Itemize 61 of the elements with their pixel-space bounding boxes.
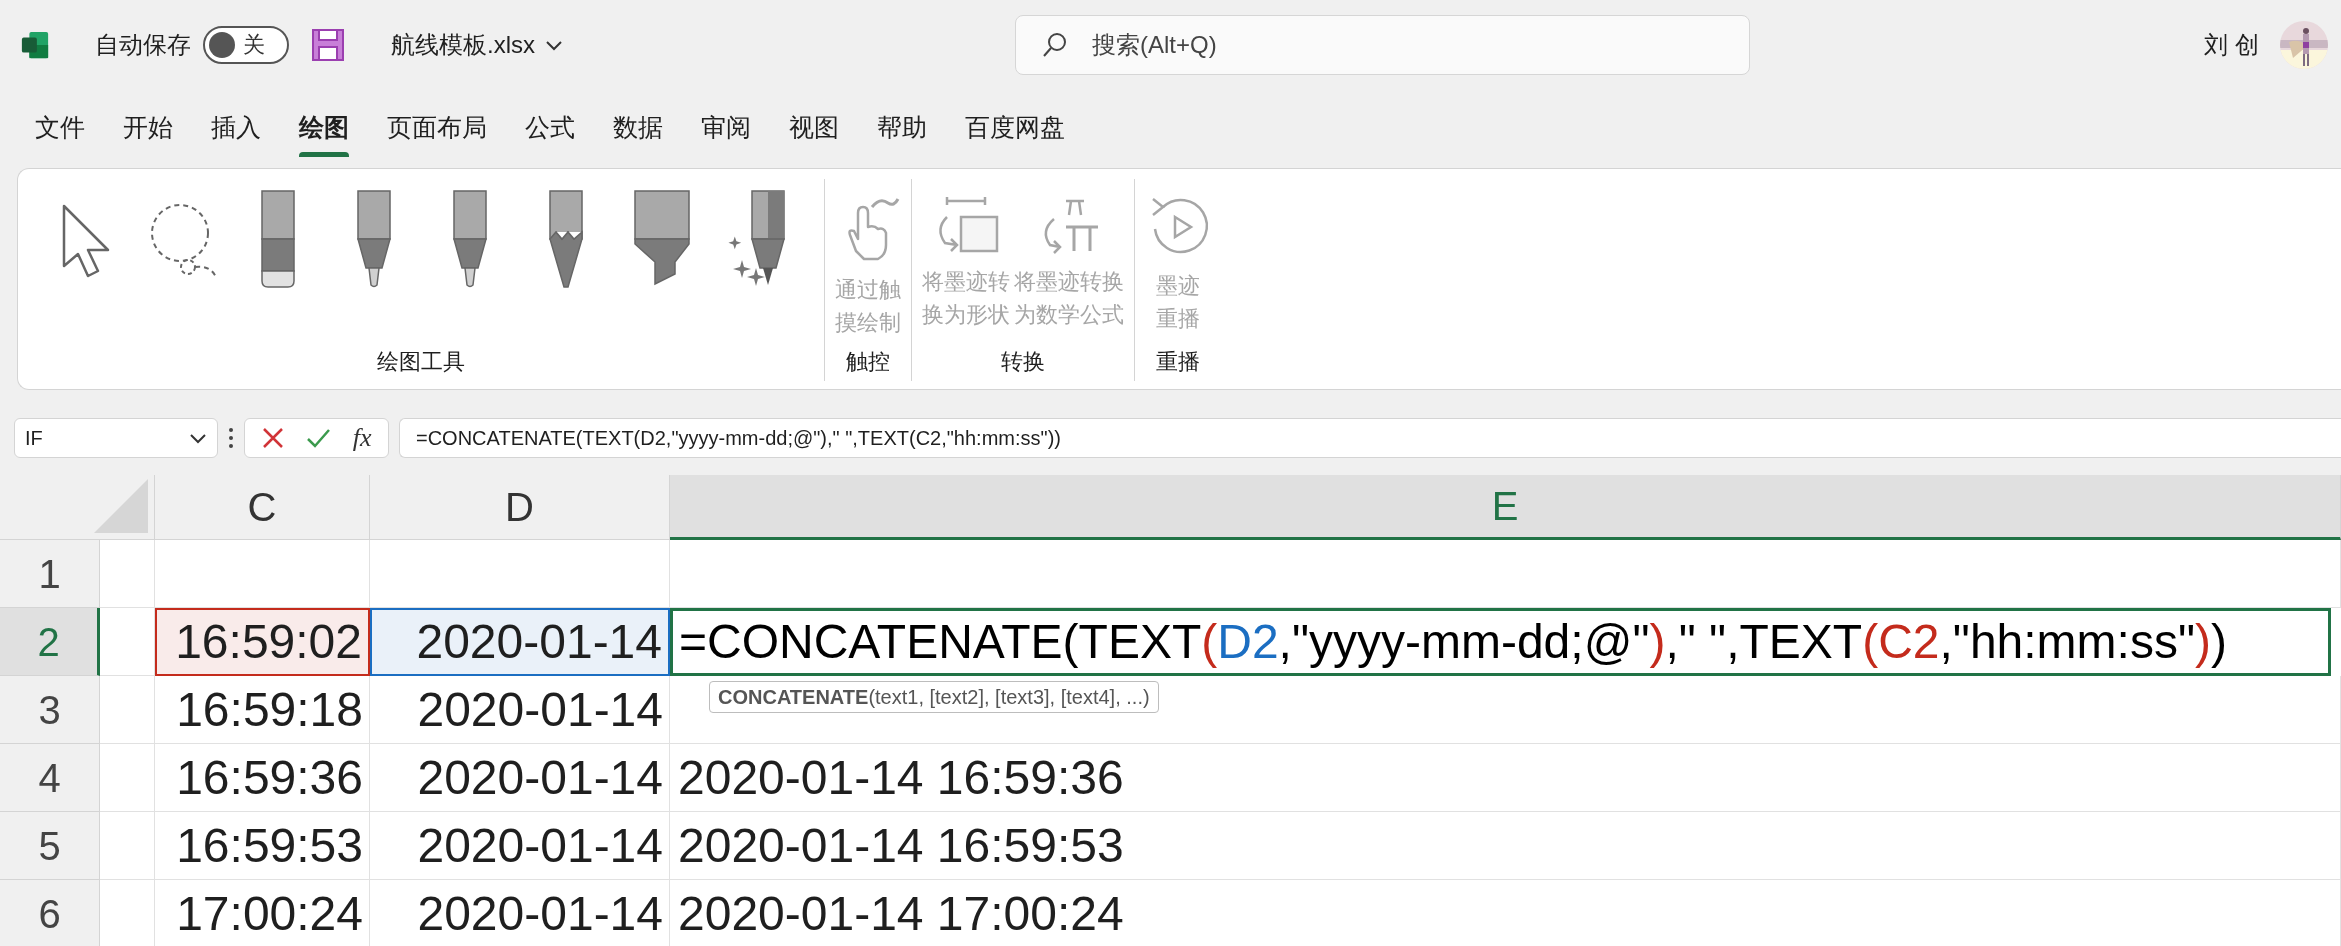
ribbon-tab[interactable]: 数据	[594, 95, 682, 157]
insert-function-button[interactable]: fx	[352, 425, 372, 451]
table-cell	[100, 608, 155, 676]
table-cell: 16:59:36	[155, 744, 370, 812]
pen-icon[interactable]	[354, 190, 394, 290]
table-cell	[100, 812, 155, 880]
row-header[interactable]: 3	[0, 676, 100, 744]
table-cell: 16:59:18	[155, 676, 370, 744]
pencil-icon[interactable]	[546, 190, 586, 290]
table-cell: 2020-01-14	[370, 744, 670, 812]
column-header[interactable]: E	[670, 475, 2341, 540]
eraser-icon[interactable]	[258, 190, 298, 290]
group-label: 触控	[846, 347, 890, 376]
row-header[interactable]: 6	[0, 880, 100, 946]
ribbon-tab[interactable]: 页面布局	[368, 95, 506, 157]
ribbon-tab[interactable]: 帮助	[858, 95, 946, 157]
ribbon-tab[interactable]: 审阅	[682, 95, 770, 157]
table-cell	[100, 676, 155, 744]
table-cell	[100, 540, 155, 608]
group-label: 重播	[1156, 347, 1200, 376]
table-cell: 16:59:02	[155, 608, 370, 676]
ribbon-tab[interactable]: 开始	[104, 95, 192, 157]
ribbon-tab[interactable]: 插入	[192, 95, 280, 157]
table-cell: 2020-01-14 16:59:53	[670, 812, 2341, 880]
chevron-down-icon	[545, 38, 563, 52]
row-header[interactable]: 2	[0, 608, 100, 676]
autosave-label: 自动保存	[95, 30, 191, 60]
user-name: 刘 创	[2204, 30, 2259, 60]
ribbon-tab[interactable]: 视图	[770, 95, 858, 157]
row-header[interactable]: 5	[0, 812, 100, 880]
search-icon	[1041, 31, 1069, 59]
save-icon[interactable]	[311, 28, 345, 62]
more-options-icon[interactable]	[228, 426, 234, 450]
ribbon-tab[interactable]: 文件	[16, 95, 104, 157]
autosave-toggle[interactable]: 关	[203, 26, 289, 64]
table-cell: 2020-01-14 17:00:24	[670, 880, 2341, 946]
ribbon-tab[interactable]: 绘图	[280, 95, 368, 157]
row-header[interactable]: 4	[0, 744, 100, 812]
chevron-down-icon[interactable]	[189, 431, 207, 445]
group-label: 转换	[1001, 347, 1045, 376]
row-header[interactable]: 1	[0, 540, 100, 608]
name-box[interactable]: IF	[14, 418, 218, 458]
pen-icon[interactable]	[450, 190, 490, 290]
table-cell: 2020-01-14	[370, 812, 670, 880]
table-cell: 2020-01-14	[370, 676, 670, 744]
function-tooltip: CONCATENATE(text1, [text2], [text3], [text4], ...)	[709, 681, 1159, 713]
file-name-button[interactable]: 航线模板.xlsx	[391, 27, 563, 63]
table-cell: 2020-01-14 16:59:36	[670, 744, 2341, 812]
cancel-icon[interactable]	[261, 426, 286, 450]
table-cell: 2020-01-14	[370, 608, 670, 676]
excel-logo-icon	[20, 29, 50, 61]
table-cell: 16:59:53	[155, 812, 370, 880]
table-cell: 17:00:24	[155, 880, 370, 946]
group-label: 绘图工具	[377, 347, 465, 376]
ribbon-tab[interactable]: 百度网盘	[946, 95, 1084, 157]
table-cell: 2020-01-14	[370, 880, 670, 946]
table-cell	[100, 744, 155, 812]
formula-input[interactable]: =CONCATENATE(TEXT(D2,"yyyy-mm-dd;@")," ",TEXT(C2,"hh:mm:ss"))	[399, 418, 2341, 458]
search-field[interactable]: 搜索(Alt+Q)	[1015, 15, 1750, 75]
ribbon-tab[interactable]: 公式	[506, 95, 594, 157]
column-header[interactable]: C	[155, 475, 370, 540]
